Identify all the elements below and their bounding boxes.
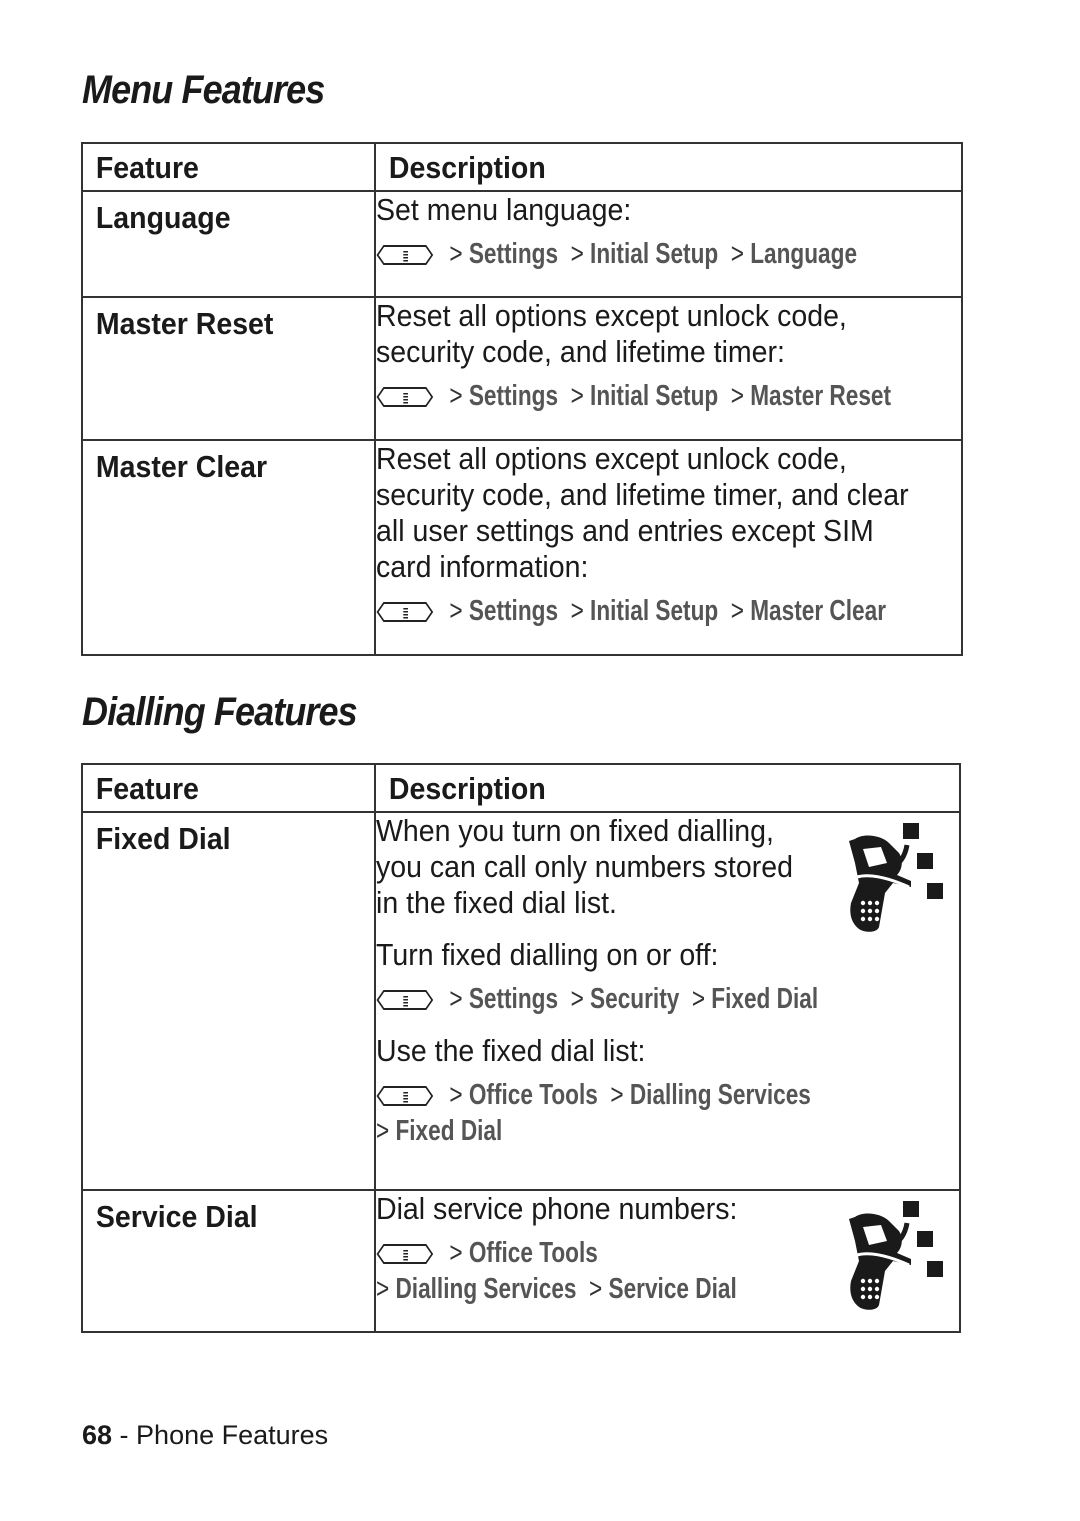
menu-path: > Settings > Initial Setup > Language <box>376 236 857 272</box>
feature-description: Set menu language: <box>376 192 632 227</box>
path-item: Settings <box>468 238 559 270</box>
section-title-menu-features: Menu Features <box>82 68 325 112</box>
path-item: Fixed Dial <box>711 983 819 1015</box>
feature-description: card information: <box>376 549 589 584</box>
table-row: Master Clear Reset all options except un… <box>81 439 963 656</box>
feature-description: Reset all options except unlock code, <box>376 441 847 476</box>
menu-features-table: Feature Description Language Set menu la… <box>81 142 963 656</box>
feature-subtext: Turn fixed dialling on or off: <box>376 937 719 972</box>
feature-description: Dial service phone numbers: <box>376 1191 738 1226</box>
feature-description: Reset all options except unlock code, <box>376 298 847 333</box>
column-header-description: Description <box>388 771 546 806</box>
path-item: Initial Setup <box>590 595 719 627</box>
menu-key-icon <box>376 989 434 1011</box>
path-item: Initial Setup <box>590 238 719 270</box>
path-item: Settings <box>468 380 559 412</box>
feature-description: security code, and lifetime timer, and c… <box>376 477 909 512</box>
section-title-dialling-features: Dialling Features <box>82 690 358 734</box>
menu-key-icon <box>376 244 434 266</box>
feature-subtext: Use the fixed dial list: <box>376 1033 646 1068</box>
feature-name: Service Dial <box>95 1199 258 1234</box>
path-item: Service Dial <box>608 1273 737 1305</box>
column-header-description: Description <box>388 150 546 185</box>
path-item: Settings <box>468 595 559 627</box>
path-item: Dialling Services <box>629 1079 811 1111</box>
page-footer: 68 - Phone Features <box>82 1420 328 1451</box>
menu-path-continued: > Fixed Dial <box>376 1115 503 1147</box>
menu-path: > Settings > Initial Setup > Master Clear <box>376 593 886 629</box>
dialling-features-table: Feature Description Fixed Dial When you … <box>81 763 961 1333</box>
path-item: Settings <box>468 983 559 1015</box>
path-item: Master Reset <box>750 380 892 412</box>
feature-description: you can call only numbers stored <box>376 849 793 884</box>
path-item: Initial Setup <box>590 380 719 412</box>
menu-key-icon <box>376 386 434 408</box>
feature-description: When you turn on fixed dialling, <box>376 813 774 848</box>
menu-key-icon <box>376 1085 434 1107</box>
footer-section: Phone Features <box>136 1420 329 1450</box>
feature-description: security code, and lifetime timer: <box>376 334 785 369</box>
footer-dash: - <box>112 1420 137 1450</box>
menu-key-icon <box>376 601 434 623</box>
page-number: 68 <box>82 1420 113 1450</box>
feature-description: in the fixed dial list. <box>376 885 617 920</box>
menu-path: > Settings > Initial Setup > Master Reset <box>376 378 891 414</box>
menu-path-continued: > Dialling Services > Service Dial <box>376 1273 737 1305</box>
path-item: Office Tools <box>468 1237 598 1269</box>
menu-path: > Settings > Security > Fixed Dial <box>376 981 831 1017</box>
feature-name: Fixed Dial <box>95 821 231 856</box>
table-header-row: Feature Description <box>81 142 963 192</box>
menu-key-icon <box>376 1243 434 1265</box>
path-item: Office Tools <box>468 1079 598 1111</box>
table-header-row: Feature Description <box>81 763 961 813</box>
menu-path: > Office Tools > Dialling Services <box>376 1077 831 1113</box>
path-item: Fixed Dial <box>395 1115 503 1147</box>
path-item: Dialling Services <box>395 1273 577 1305</box>
column-header-feature: Feature <box>95 150 199 185</box>
table-row: Master Reset Reset all options except un… <box>81 296 963 441</box>
path-item: Language <box>750 238 858 270</box>
path-item: Security <box>590 983 680 1015</box>
feature-name: Master Reset <box>95 306 274 341</box>
menu-path: > Office Tools <box>376 1235 831 1271</box>
feature-name: Master Clear <box>95 449 268 484</box>
path-item: Master Clear <box>750 595 886 627</box>
column-header-feature: Feature <box>95 771 199 806</box>
feature-name: Language <box>95 200 231 235</box>
table-row: Fixed Dial When you turn on fixed dialli… <box>81 811 961 1191</box>
feature-description: all user settings and entries except SIM <box>376 513 874 548</box>
table-row: Language Set menu language: > Settings > I… <box>81 190 963 298</box>
table-row: Service Dial Dial service phone numbers:… <box>81 1189 961 1333</box>
